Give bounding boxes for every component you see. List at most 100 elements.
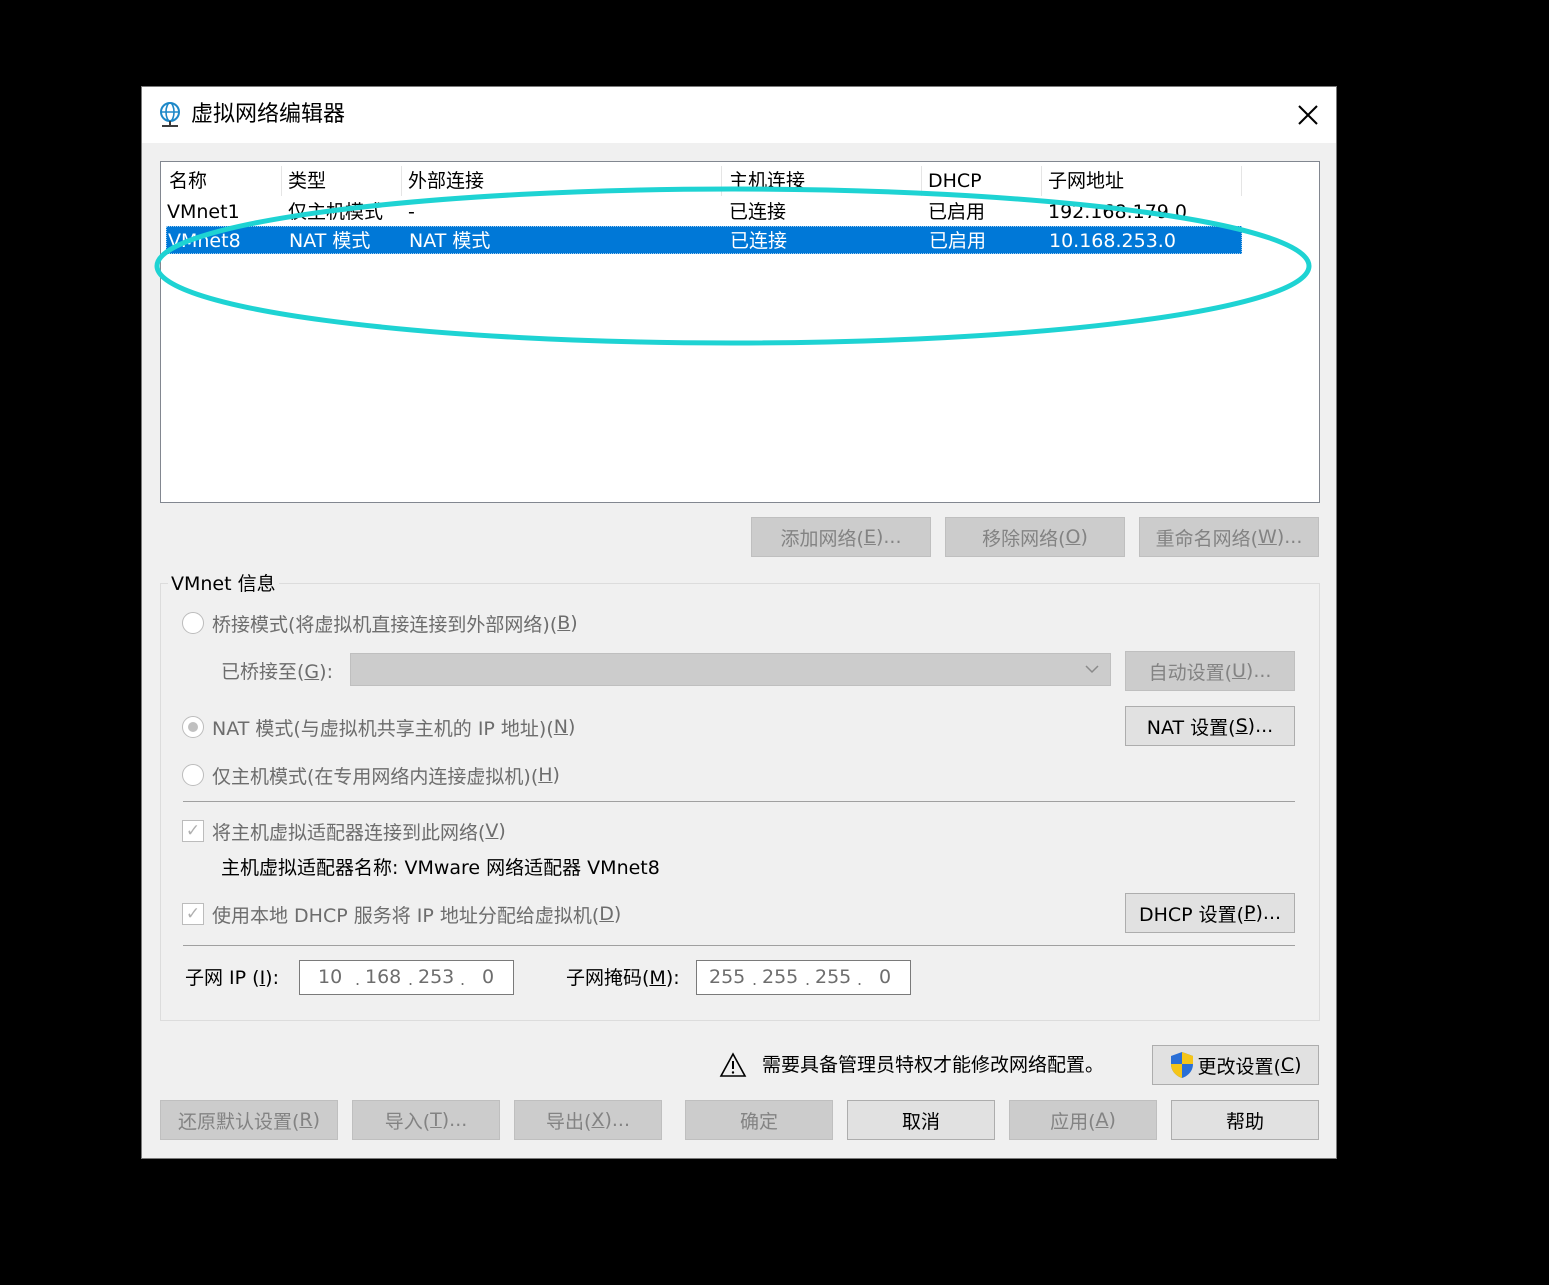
access-key: C xyxy=(1280,1054,1295,1076)
option-label: ) xyxy=(498,820,506,842)
button-label: )... xyxy=(1276,526,1303,548)
access-key: N xyxy=(553,716,568,738)
nat-mode-radio[interactable] xyxy=(182,716,204,738)
column-divider[interactable] xyxy=(1241,166,1242,196)
access-key: V xyxy=(485,820,499,842)
remove-network-button[interactable]: 移除网络(O) xyxy=(945,517,1125,557)
change-settings-button[interactable]: 更改设置(C) xyxy=(1152,1045,1319,1085)
button-label: ) xyxy=(1294,1054,1302,1076)
divider xyxy=(183,945,1295,946)
column-header-type[interactable]: 类型 xyxy=(288,164,326,198)
ip-octet[interactable]: 10 xyxy=(318,964,342,990)
access-key: S xyxy=(1235,715,1248,737)
cancel-button[interactable]: 取消 xyxy=(847,1100,995,1140)
vmnet-info-group xyxy=(160,583,1320,1021)
title-bar: 虚拟网络编辑器 xyxy=(142,87,1336,143)
cell-type: NAT 模式 xyxy=(289,230,371,252)
column-header-dhcp[interactable]: DHCP xyxy=(928,164,982,198)
use-dhcp-option[interactable]: ✓ 使用本地 DHCP 服务将 IP 地址分配给虚拟机(D) xyxy=(182,899,621,929)
list-header: 名称 类型 外部连接 主机连接 DHCP 子网地址 xyxy=(161,164,1242,198)
column-divider[interactable] xyxy=(1041,166,1042,196)
divider xyxy=(183,801,1295,802)
subnet-mask-field[interactable]: 255 . 255 . 255 . 0 xyxy=(696,960,911,995)
rename-network-button[interactable]: 重命名网络(W)... xyxy=(1139,517,1319,557)
access-key: H xyxy=(538,764,553,786)
close-icon xyxy=(1298,105,1318,125)
subnet-mask-label: 子网掩码(M): xyxy=(566,964,680,992)
restore-defaults-button[interactable]: 还原默认设置(R) xyxy=(160,1100,338,1140)
import-button[interactable]: 导入(T)... xyxy=(352,1100,500,1140)
button-label: 自动设置( xyxy=(1148,661,1232,684)
auto-settings-button[interactable]: 自动设置(U)... xyxy=(1125,651,1295,691)
cell-external: - xyxy=(408,201,415,223)
network-list[interactable]: 名称 类型 外部连接 主机连接 DHCP 子网地址 VMnet1 仅主机模式 -… xyxy=(160,161,1320,503)
label-text: ): xyxy=(319,661,333,683)
dhcp-settings-button[interactable]: DHCP 设置(P)... xyxy=(1125,893,1295,933)
bridged-mode-option[interactable]: 桥接模式(将虚拟机直接连接到外部网络)(B) xyxy=(182,608,578,638)
option-label: 将主机虚拟适配器连接到此网络( xyxy=(212,821,486,844)
option-label: ) xyxy=(570,612,578,634)
ip-octet[interactable]: 0 xyxy=(879,964,891,990)
cell-subnet: 192.168.179.0 xyxy=(1048,201,1188,223)
access-key: U xyxy=(1231,660,1246,682)
column-divider[interactable] xyxy=(281,166,282,196)
column-header-external[interactable]: 外部连接 xyxy=(408,164,484,198)
warning-icon xyxy=(719,1052,747,1077)
bridged-to-dropdown[interactable] xyxy=(350,653,1111,686)
button-label: 还原默认设置( xyxy=(177,1110,300,1133)
column-divider[interactable] xyxy=(401,166,402,196)
export-button[interactable]: 导出(X)... xyxy=(514,1100,662,1140)
column-divider[interactable] xyxy=(721,166,722,196)
nat-mode-option[interactable]: NAT 模式(与虚拟机共享主机的 IP 地址)(N) xyxy=(182,712,575,742)
bridged-to-label: 已桥接至(G): xyxy=(221,658,333,686)
access-key: A xyxy=(1095,1109,1109,1131)
button-label: ) xyxy=(312,1109,321,1131)
nat-settings-button[interactable]: NAT 设置(S)... xyxy=(1125,706,1295,746)
access-key: X xyxy=(591,1109,605,1131)
option-label: 桥接模式(将虚拟机直接连接到外部网络)( xyxy=(212,613,558,636)
host-only-radio[interactable] xyxy=(182,764,204,786)
cell-host: 已连接 xyxy=(730,230,788,252)
chevron-down-icon xyxy=(1085,665,1099,674)
access-key: D xyxy=(599,903,614,925)
ip-octet[interactable]: 255 xyxy=(815,964,851,990)
subnet-ip-field[interactable]: 10 . 168 . 253 . 0 xyxy=(299,960,514,995)
column-header-host[interactable]: 主机连接 xyxy=(729,164,805,198)
access-key: T xyxy=(430,1109,442,1131)
connect-adapter-option[interactable]: ✓ 将主机虚拟适配器连接到此网络(V) xyxy=(182,816,506,846)
column-header-name[interactable]: 名称 xyxy=(169,164,207,198)
host-only-option[interactable]: 仅主机模式(在专用网络内连接虚拟机)(H) xyxy=(182,760,560,790)
cell-dhcp: 已启用 xyxy=(928,201,986,223)
column-header-subnet[interactable]: 子网地址 xyxy=(1048,164,1124,198)
button-label: )... xyxy=(604,1109,630,1131)
list-row-vmnet1[interactable]: VMnet1 仅主机模式 - 已连接 已启用 192.168.179.0 xyxy=(161,198,1241,226)
dialog-title: 虚拟网络编辑器 xyxy=(191,102,346,127)
button-label: 导出( xyxy=(546,1110,592,1133)
connect-adapter-checkbox[interactable]: ✓ xyxy=(182,820,204,842)
button-label: ) xyxy=(1108,1109,1116,1131)
ip-octet[interactable]: 0 xyxy=(482,964,494,990)
help-button[interactable]: 帮助 xyxy=(1171,1100,1319,1140)
button-label: DHCP 设置( xyxy=(1138,903,1245,926)
use-dhcp-checkbox[interactable]: ✓ xyxy=(182,903,204,925)
virtual-network-editor-dialog: 虚拟网络编辑器 名称 类型 外部连接 主机连接 DHCP 子网地址 VMnet1… xyxy=(141,86,1337,1159)
add-network-button[interactable]: 添加网络(E)... xyxy=(751,517,931,557)
cell-subnet: 10.168.253.0 xyxy=(1049,230,1176,252)
list-row-vmnet8[interactable]: VMnet8 NAT 模式 NAT 模式 已连接 已启用 10.168.253.… xyxy=(166,226,1242,254)
ip-octet[interactable]: 253 xyxy=(418,964,454,990)
button-label: )... xyxy=(1255,902,1282,924)
bridged-mode-radio[interactable] xyxy=(182,612,204,634)
access-key: G xyxy=(304,661,320,683)
ip-octet[interactable]: 168 xyxy=(365,964,401,990)
globe-network-icon xyxy=(157,100,185,128)
ip-octet[interactable]: 255 xyxy=(762,964,798,990)
ip-octet[interactable]: 255 xyxy=(709,964,745,990)
column-divider[interactable] xyxy=(921,166,922,196)
ok-button[interactable]: 确定 xyxy=(685,1100,833,1140)
ip-dot: . xyxy=(857,970,863,989)
access-key: W xyxy=(1258,526,1277,548)
apply-button[interactable]: 应用(A) xyxy=(1009,1100,1157,1140)
close-button[interactable] xyxy=(1286,93,1330,137)
button-label: )... xyxy=(1245,660,1272,682)
adapter-name-text: 主机虚拟适配器名称: VMware 网络适配器 VMnet8 xyxy=(221,857,660,879)
